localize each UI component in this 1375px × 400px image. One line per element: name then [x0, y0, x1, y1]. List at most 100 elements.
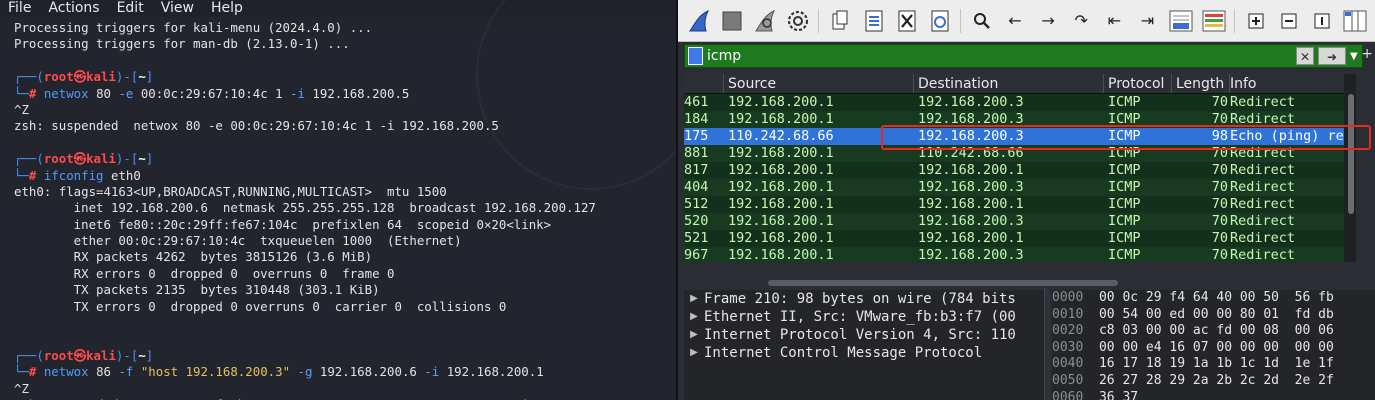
expand-arrow-icon[interactable]: ▶: [684, 344, 704, 362]
packet-source: 192.168.200.1: [728, 247, 834, 262]
packet-protocol: ICMP: [1108, 145, 1141, 161]
bytes-row[interactable]: 0030 00 00 e4 16 07 00 00 00 00 00: [1052, 340, 1375, 357]
packet-row[interactable]: 967 192.168.200.1 192.168.200.3 ICMP 70 Redir…: [684, 247, 1356, 262]
packet-row[interactable]: 184 192.168.200.1 192.168.200.3 ICMP 70 Redir…: [684, 111, 1356, 128]
stop-capture-icon[interactable]: [719, 7, 745, 34]
column-header-info[interactable]: Info: [1230, 74, 1356, 93]
bytes-row[interactable]: 0050 26 27 28 29 2a 2b 2c 2d 2e 2f: [1052, 373, 1375, 390]
packet-row[interactable]: 404 192.168.200.1 192.168.200.3 ICMP 70 Redir…: [684, 179, 1356, 196]
detail-tree-item[interactable]: ▶ Internet Protocol Version 4, Src: 110: [684, 326, 1044, 344]
expand-arrow-icon[interactable]: ▶: [684, 308, 704, 326]
packet-number: 967: [684, 247, 709, 262]
filter-history-dropdown-icon[interactable]: ▼: [1350, 51, 1362, 62]
packet-protocol: ICMP: [1108, 111, 1141, 127]
last-packet-icon[interactable]: ⇥: [1134, 7, 1160, 34]
detail-tree-item[interactable]: ▶ Internet Control Message Protocol: [684, 344, 1044, 362]
prompt-frame: )-[: [115, 347, 139, 363]
capture-options-gear-icon[interactable]: [785, 7, 811, 34]
terminal-line: ┌──(root㉿kali)-[~]: [14, 348, 676, 364]
zoom-in-icon[interactable]: [1243, 7, 1269, 34]
byte-offset: 0050: [1052, 372, 1084, 388]
close-file-icon[interactable]: [894, 7, 920, 34]
column-header-protocol[interactable]: Protocol: [1104, 74, 1172, 93]
add-filter-button-icon[interactable]: +: [1361, 46, 1373, 62]
go-back-icon[interactable]: ←: [1002, 7, 1028, 34]
normal-size-icon[interactable]: [1309, 7, 1335, 34]
packet-destination: 192.168.200.1: [918, 162, 1024, 178]
command-token: -g: [297, 364, 313, 380]
apply-filter-icon[interactable]: ➜: [1318, 47, 1346, 65]
column-header-destination[interactable]: Destination: [914, 74, 1104, 93]
packet-source: 192.168.200.1: [728, 94, 834, 110]
packet-row[interactable]: 817 192.168.200.1 192.168.200.1 ICMP 70 Redir…: [684, 162, 1356, 179]
autoscroll-icon[interactable]: [1167, 7, 1193, 34]
filter-bookmark-icon[interactable]: [688, 47, 703, 65]
packet-row[interactable]: 521 192.168.200.1 192.168.200.1 ICMP 70 Redir…: [684, 230, 1356, 247]
column-header-source[interactable]: Source: [724, 74, 914, 93]
restart-capture-icon[interactable]: [752, 7, 778, 34]
packet-info: Redirect: [1230, 247, 1296, 262]
zoom-out-icon[interactable]: [1276, 7, 1302, 34]
colorize-icon[interactable]: [1201, 7, 1227, 34]
go-forward-icon[interactable]: →: [1035, 7, 1061, 34]
bytes-row[interactable]: 0000 00 0c 29 f4 64 40 00 50 56 fb: [1052, 290, 1375, 307]
packet-list-scrollbar[interactable]: [1344, 74, 1356, 262]
terminal-line: ^Z: [14, 381, 676, 397]
bytes-row[interactable]: 0020 c8 03 00 00 ac fd 00 08 00 06: [1052, 323, 1375, 340]
detail-tree-item[interactable]: ▶ Ethernet II, Src: VMware_fb:b3:f7 (00: [684, 308, 1044, 326]
packet-list-header: Source Destination Protocol Length Info: [684, 74, 1356, 94]
terminal-window[interactable]: File Actions Edit View Help Processing t…: [0, 0, 676, 400]
open-file-icon[interactable]: [827, 7, 853, 34]
go-to-packet-icon[interactable]: ↷: [1068, 7, 1094, 34]
terminal-line: └─# ifconfig eth0: [14, 168, 676, 184]
shark-fin-start-icon[interactable]: [686, 7, 712, 34]
terminal-line: zsh: suspended netwox 80 -e 00:0c:29:67:…: [14, 118, 676, 134]
expand-arrow-icon[interactable]: ▶: [684, 326, 704, 344]
byte-offset: 0010: [1052, 306, 1084, 322]
byte-hex: c8 03 00 00 ac fd 00 08 00 06: [1098, 323, 1334, 339]
bytes-row[interactable]: 0060 36 37: [1052, 390, 1375, 400]
command-token: netwox: [43, 364, 89, 380]
terminal-text: TX packets 2135 bytes 310448 (303.1 KiB): [14, 282, 380, 298]
packet-row[interactable]: 175 110.242.68.66 192.168.200.3 ICMP 98 Echo …: [684, 128, 1356, 145]
packet-row[interactable]: 461 192.168.200.1 192.168.200.3 ICMP 70 Redir…: [684, 94, 1356, 111]
scrollbar-thumb[interactable]: [1348, 94, 1354, 214]
menu-help[interactable]: Help: [211, 0, 243, 17]
resize-columns-icon[interactable]: [1342, 7, 1368, 34]
find-packet-icon[interactable]: [969, 7, 995, 34]
packet-number: 817: [684, 162, 709, 178]
first-packet-icon[interactable]: ⇤: [1101, 7, 1127, 34]
packet-list-hscrollbar[interactable]: [768, 280, 1118, 286]
menu-view[interactable]: View: [161, 0, 194, 17]
packet-row[interactable]: 520 192.168.200.1 192.168.200.3 ICMP 70 Redir…: [684, 213, 1356, 230]
menu-actions[interactable]: Actions: [48, 0, 99, 17]
byte-hex: 26 27 28 29 2a 2b 2c 2d 2e 2f: [1098, 372, 1334, 388]
pane-splitter[interactable]: [1044, 288, 1050, 400]
save-file-icon[interactable]: [861, 7, 887, 34]
prompt-user: root: [43, 347, 74, 363]
clear-filter-icon[interactable]: ✕: [1296, 47, 1314, 65]
packet-row[interactable]: 512 192.168.200.1 192.168.200.1 ICMP 70 Redir…: [684, 196, 1356, 213]
column-header-length[interactable]: Length: [1172, 74, 1230, 93]
terminal-output[interactable]: Processing triggers for kali-menu (2024.…: [14, 20, 676, 400]
menu-file[interactable]: File: [8, 0, 31, 17]
packet-row[interactable]: 881 192.168.200.1 110.242.68.66 ICMP 70 Redir…: [684, 145, 1356, 162]
display-filter-input[interactable]: [707, 46, 1296, 66]
packet-destination: 192.168.200.3: [918, 247, 1024, 262]
packet-destination: 192.168.200.3: [918, 111, 1024, 127]
detail-label: Frame 210: 98 bytes on wire (784 bits: [704, 291, 1016, 307]
packet-source: 192.168.200.1: [728, 230, 834, 246]
expand-arrow-icon[interactable]: ▶: [684, 290, 704, 308]
bytes-row[interactable]: 0010 00 54 00 ed 00 00 80 01 fd db: [1052, 307, 1375, 324]
detail-tree-item[interactable]: ▶ Frame 210: 98 bytes on wire (784 bits: [684, 290, 1044, 308]
packet-info: Redirect: [1230, 162, 1296, 178]
reload-file-icon[interactable]: [927, 7, 953, 34]
packet-number: 512: [684, 196, 709, 212]
column-header-no[interactable]: [684, 74, 724, 93]
command-token: 80: [88, 85, 119, 101]
packet-source: 110.242.68.66: [728, 128, 834, 144]
bytes-row[interactable]: 0040 16 17 18 19 1a 1b 1c 1d 1e 1f: [1052, 356, 1375, 373]
menu-edit[interactable]: Edit: [117, 0, 144, 17]
